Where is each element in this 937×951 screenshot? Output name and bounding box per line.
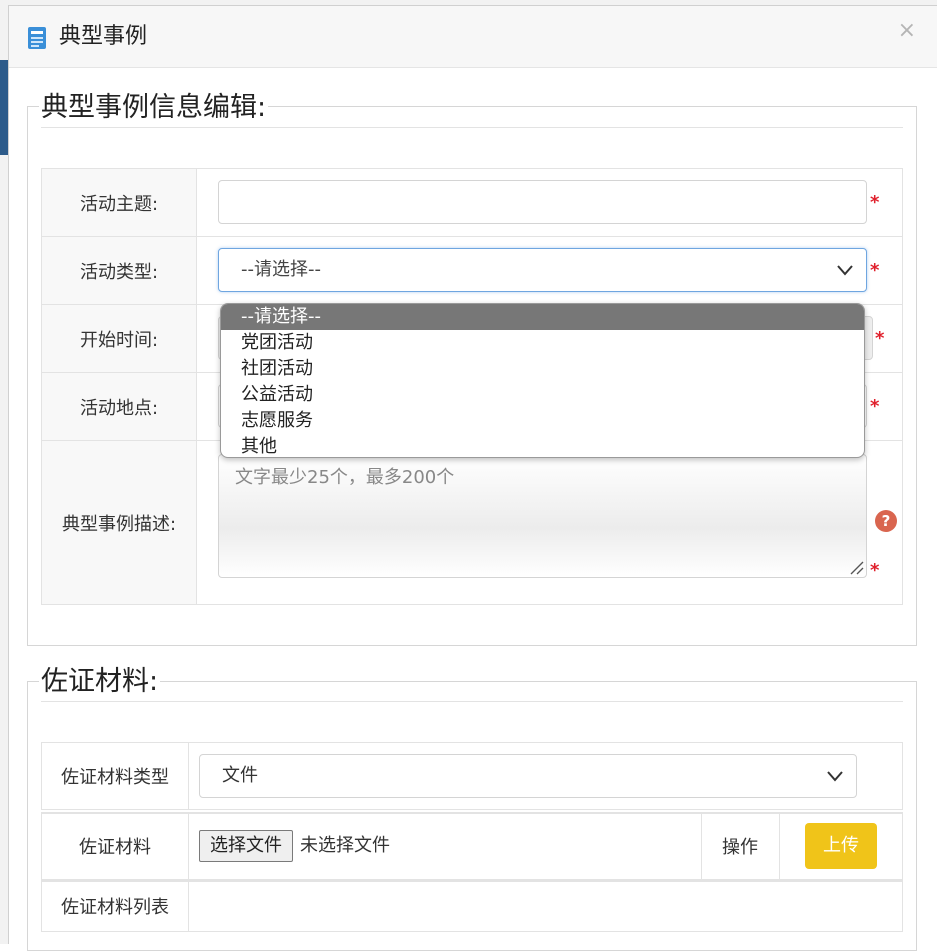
- chevron-down-icon: [827, 771, 843, 782]
- description-label: 典型事例描述:: [41, 440, 197, 605]
- evidence-legend: 佐证材料:: [39, 666, 161, 698]
- place-label: 活动地点:: [41, 372, 197, 441]
- activity-type-select[interactable]: --请选择--: [218, 248, 867, 292]
- dropdown-option[interactable]: 其他: [221, 434, 864, 457]
- dropdown-option[interactable]: --请选择--: [221, 304, 864, 330]
- chevron-down-icon: [837, 265, 853, 276]
- case-info-legend: 典型事例信息编辑:: [39, 92, 269, 124]
- action-label: 操作: [722, 837, 758, 858]
- legend-divider: [41, 127, 903, 128]
- required-mark: *: [870, 192, 880, 213]
- action-divider-right: [779, 812, 780, 880]
- background-nav-strip: [0, 60, 8, 155]
- close-icon[interactable]: ×: [898, 20, 916, 42]
- dropdown-option[interactable]: 党团活动: [221, 330, 864, 356]
- legend-divider: [41, 701, 903, 702]
- evidence-type-select[interactable]: 文件: [199, 754, 857, 798]
- document-icon: [28, 27, 46, 49]
- modal-header: 典型事例 ×: [9, 6, 937, 68]
- topic-input[interactable]: [218, 180, 867, 224]
- evidence-type-value: 文件: [222, 765, 258, 786]
- upload-button[interactable]: 上传: [805, 823, 877, 869]
- required-mark: *: [870, 560, 880, 581]
- required-mark: *: [870, 396, 880, 417]
- evidence-type-label: 佐证材料类型: [61, 767, 169, 788]
- evidence-material-label: 佐证材料: [79, 837, 151, 858]
- required-mark: *: [870, 260, 880, 281]
- resize-grip-icon[interactable]: [848, 559, 864, 575]
- start-time-label: 开始时间:: [41, 304, 197, 373]
- choose-file-button[interactable]: 选择文件: [199, 830, 293, 862]
- file-status-text: 未选择文件: [300, 835, 390, 856]
- topic-label: 活动主题:: [41, 168, 197, 237]
- description-placeholder: 文字最少25个，最多200个: [235, 467, 455, 488]
- dropdown-option[interactable]: 志愿服务: [221, 408, 864, 434]
- description-textarea[interactable]: 文字最少25个，最多200个: [218, 454, 867, 578]
- evidence-material-divider: [188, 812, 189, 880]
- evidence-list-label: 佐证材料列表: [61, 897, 169, 918]
- activity-type-value: --请选择--: [241, 259, 321, 280]
- dropdown-option[interactable]: 公益活动: [221, 382, 864, 408]
- type-label: 活动类型:: [41, 236, 197, 305]
- required-mark: *: [875, 328, 885, 349]
- help-icon[interactable]: ?: [875, 510, 897, 532]
- activity-type-dropdown: --请选择-- 党团活动 社团活动 公益活动 志愿服务 其他: [220, 303, 865, 458]
- evidence-type-divider: [188, 742, 189, 810]
- evidence-list-divider: [188, 880, 189, 932]
- typical-case-modal: 典型事例 × 典型事例信息编辑: 活动主题: * 活动类型: --请选择-- *…: [8, 5, 937, 951]
- dropdown-option[interactable]: 社团活动: [221, 356, 864, 382]
- modal-title: 典型事例: [59, 24, 148, 49]
